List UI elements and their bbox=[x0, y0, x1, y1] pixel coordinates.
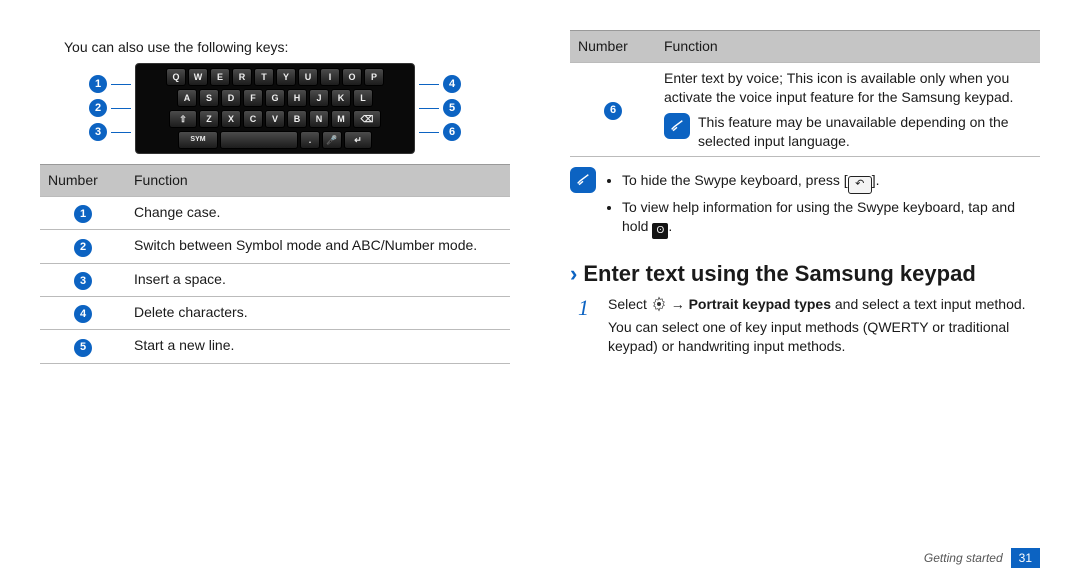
table-row: 4 Delete characters. bbox=[40, 297, 510, 330]
callout-bubble-4: 4 bbox=[443, 75, 461, 93]
tip-hide-keyboard: To hide the Swype keyboard, press [↶]. bbox=[622, 171, 1040, 194]
table-row: 1 Change case. bbox=[40, 196, 510, 229]
keypad-illustration: 1 2 3 QWERTYUIOP ASDFGHJKL ⇧ZXCVBNM⌫ bbox=[40, 63, 510, 154]
function-table-left: Number Function 1 Change case. 2 Switch … bbox=[40, 164, 510, 364]
row6-note-text: This feature may be unavailable dependin… bbox=[698, 113, 1032, 151]
tip-help-info: To view help information for using the S… bbox=[622, 198, 1040, 239]
col-header-number: Number bbox=[570, 31, 656, 63]
table-row: 6 Enter text by voice; This icon is avai… bbox=[570, 62, 1040, 157]
footer-page-number: 31 bbox=[1011, 548, 1040, 568]
note-icon bbox=[570, 167, 596, 193]
callout-bubble-2: 2 bbox=[89, 99, 107, 117]
footer-section: Getting started bbox=[924, 550, 1003, 566]
callout-bubble-3: 3 bbox=[89, 123, 107, 141]
back-key-icon: ↶ bbox=[848, 176, 872, 194]
table-row: 2 Switch between Symbol mode and ABC/Num… bbox=[40, 230, 510, 263]
page-footer: Getting started 31 bbox=[924, 548, 1040, 568]
chevron-right-icon: › bbox=[570, 263, 577, 285]
table-row: 5 Start a new line. bbox=[40, 330, 510, 363]
col-header-function: Function bbox=[126, 164, 510, 196]
step-1: Select → Portrait keypad types and selec… bbox=[578, 295, 1040, 356]
col-header-number: Number bbox=[40, 164, 126, 196]
row6-main-text: Enter text by voice; This icon is availa… bbox=[664, 70, 1013, 105]
intro-text: You can also use the following keys: bbox=[64, 38, 510, 57]
function-table-right: Number Function 6 Enter text by voice; T… bbox=[570, 30, 1040, 157]
table-row: 3 Insert a space. bbox=[40, 263, 510, 296]
callout-bubble-5: 5 bbox=[443, 99, 461, 117]
note-icon bbox=[664, 113, 690, 139]
settings-key-icon bbox=[651, 296, 667, 312]
callout-bubble-1: 1 bbox=[89, 75, 107, 93]
callout-bubble-6: 6 bbox=[443, 123, 461, 141]
swype-hold-icon: ʘ bbox=[652, 223, 668, 239]
qwerty-keypad: QWERTYUIOP ASDFGHJKL ⇧ZXCVBNM⌫ SYM . 🎤 ↵ bbox=[135, 63, 415, 154]
col-header-function: Function bbox=[656, 31, 1040, 63]
section-heading: › Enter text using the Samsung keypad bbox=[570, 259, 1040, 289]
